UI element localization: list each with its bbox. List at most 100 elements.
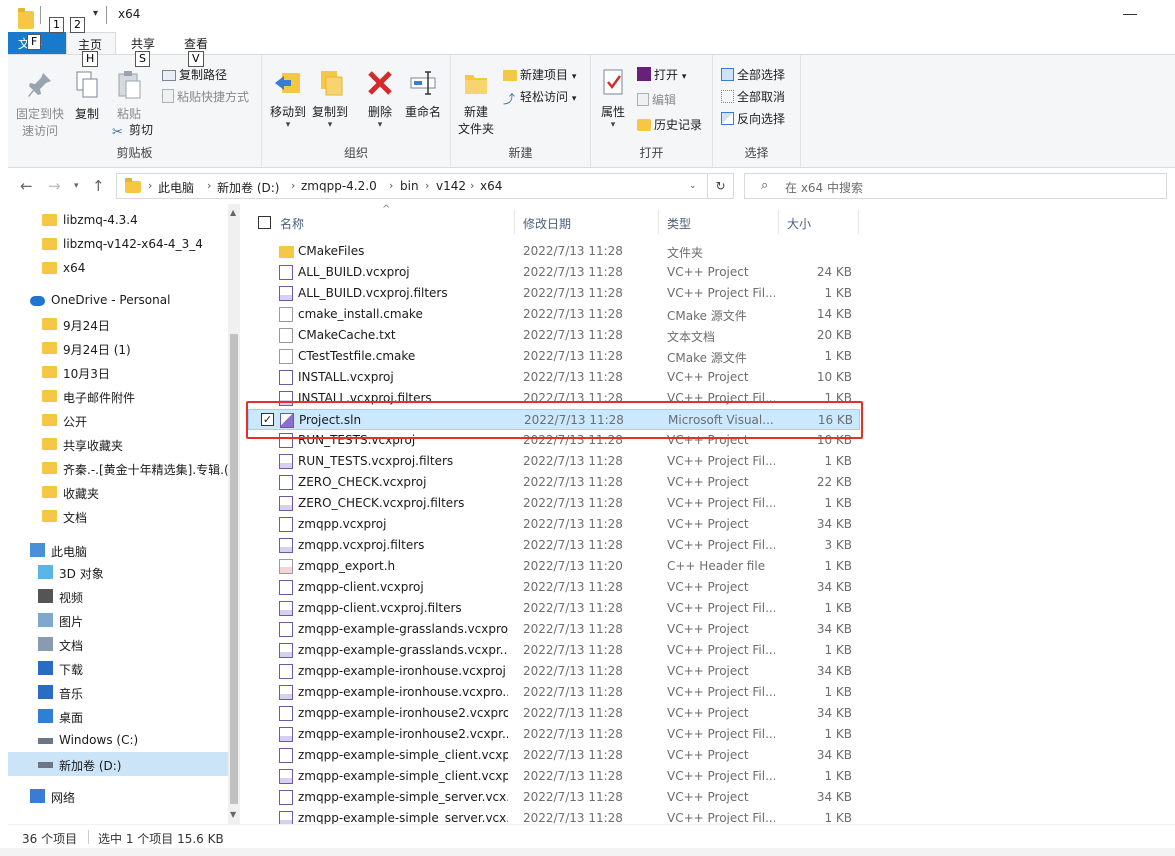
delete-button[interactable]: 删除 ▾ [362,67,398,130]
file-row[interactable]: zmqpp.vcxproj.filters 2022/7/13 11:28 VC++… [248,535,860,556]
column-name[interactable]: 名称 [280,215,304,232]
paste-shortcut-button[interactable]: 粘贴快捷方式 [162,88,249,105]
tab-share[interactable]: 共享 [131,35,155,52]
move-to-button[interactable]: 移动到 ▾ [268,67,308,130]
column-type[interactable]: 类型 [667,215,691,232]
breadcrumb-zmqpp[interactable]: zmqpp-4.2.0 [301,179,377,193]
search-box[interactable]: ⌕ 在 x64 中搜索 [744,173,1167,199]
nav-item[interactable]: libzmq-4.3.4 [8,208,228,232]
address-history-chevron-icon[interactable]: ⌄ [689,181,697,191]
edit-button[interactable]: 编辑 [637,91,676,108]
file-row[interactable]: zmqpp-client.vcxproj 2022/7/13 11:28 VC++ … [248,577,860,598]
file-row[interactable]: zmqpp_export.h 2022/7/13 11:20 C++ Header … [248,556,860,577]
breadcrumb-bin[interactable]: bin [400,179,419,193]
file-row[interactable]: zmqpp-example-grasslands.vcxproj 2022/7/1… [248,619,860,640]
file-row[interactable]: zmqpp-example-simple_server.vcx... 2022/7… [248,787,860,808]
search-input[interactable]: 在 x64 中搜索 [785,179,863,196]
copy-button[interactable]: 复制 [70,69,104,122]
easy-access-button[interactable]: ⤴ 轻松访问 ▾ [503,88,576,106]
file-row[interactable]: zmqpp-example-grasslands.vcxpr... 2022/7/… [248,640,860,661]
tab-view[interactable]: 查看 [184,35,208,52]
address-bar[interactable]: › 此电脑 › 新加卷 (D:) › zmqpp-4.2.0 › bin › v… [116,173,708,199]
breadcrumb-separator-icon[interactable]: › [470,179,474,192]
nav-scrollbar-thumb[interactable] [230,334,238,804]
open-button[interactable]: 打开 ▾ [637,66,686,83]
nav-item[interactable]: 图片 [8,608,228,632]
minimize-icon[interactable] [1123,8,1137,15]
select-all-button[interactable]: 全部选择 [721,66,785,83]
nav-item[interactable]: 10月3日 [8,360,228,384]
file-row[interactable]: zmqpp-example-ironhouse2.vcxproj 2022/7/1… [248,703,860,724]
nav-item[interactable]: 此电脑 [8,538,228,562]
file-row[interactable]: CTestTestfile.cmake 2022/7/13 11:28 CMake … [248,346,860,367]
invert-selection-button[interactable]: 反向选择 [721,110,785,127]
nav-item[interactable]: 公开 [8,408,228,432]
nav-item[interactable]: 网络 [8,784,228,808]
file-row[interactable]: INSTALL.vcxproj.filters 2022/7/13 11:28 VC… [248,388,860,409]
file-row[interactable]: zmqpp-client.vcxproj.filters 2022/7/13 11… [248,598,860,619]
nav-item[interactable]: x64 [8,256,228,280]
file-row[interactable]: CMakeFiles 2022/7/13 11:28 文件夹 [248,241,860,262]
column-divider[interactable] [658,210,659,234]
file-row[interactable]: RUN_TESTS.vcxproj.filters 2022/7/13 11:28… [248,451,860,472]
file-row[interactable]: zmqpp.vcxproj 2022/7/13 11:28 VC++ Project… [248,514,860,535]
history-button[interactable]: 历史记录 [637,116,702,133]
rename-button[interactable]: 重命名 [400,67,446,120]
file-row[interactable]: zmqpp-example-simple_client.vcxp... 2022/… [248,766,860,787]
file-row[interactable]: ALL_BUILD.vcxproj.filters 2022/7/13 11:28… [248,283,860,304]
nav-item[interactable]: 电子邮件附件 [8,384,228,408]
properties-button[interactable]: 属性 ▾ [595,67,631,130]
file-row[interactable]: zmqpp-example-simple_server.vcx... 2022/7… [248,808,860,824]
forward-arrow-icon[interactable]: → [48,177,61,195]
select-all-checkbox[interactable] [258,216,271,229]
file-row[interactable]: INSTALL.vcxproj 2022/7/13 11:28 VC++ Proje… [248,367,860,388]
scroll-down-icon[interactable]: ▼ [230,810,236,819]
scroll-up-icon[interactable]: ▲ [230,208,236,217]
breadcrumb-separator-icon[interactable]: › [207,179,211,192]
file-row[interactable]: ✓ Project.sln 2022/7/13 11:28 Microsoft Vis… [248,409,860,430]
nav-item[interactable]: Windows (C:) [8,728,228,752]
copy-path-button[interactable]: 复制路径 [162,66,227,83]
file-row[interactable]: zmqpp-example-ironhouse2.vcxpr... 2022/7/… [248,724,860,745]
breadcrumb-x64[interactable]: x64 [480,179,502,193]
nav-item[interactable]: 新加卷 (D:) [8,752,228,776]
nav-item[interactable]: 文档 [8,632,228,656]
nav-item[interactable]: 共享收藏夹 [8,432,228,456]
file-row[interactable]: ZERO_CHECK.vcxproj.filters 2022/7/13 11:2… [248,493,860,514]
nav-item[interactable]: 桌面 [8,704,228,728]
nav-item[interactable]: 齐秦.-.[黄金十年精选集].专辑.( [8,456,228,480]
refresh-icon[interactable]: ↻ [708,173,734,199]
nav-item[interactable]: OneDrive - Personal [8,288,228,312]
recent-chevron-icon[interactable]: ▾ [74,181,79,191]
column-date[interactable]: 修改日期 [523,215,571,232]
nav-item[interactable]: 9月24日 (1) [8,336,228,360]
nav-item[interactable]: 收藏夹 [8,480,228,504]
cut-button[interactable]: ✂ 剪切 [112,121,153,140]
file-row[interactable]: zmqpp-example-ironhouse.vcxproj 2022/7/13… [248,661,860,682]
file-row[interactable]: zmqpp-example-simple_client.vcxp... 2022/… [248,745,860,766]
copy-to-button[interactable]: 复制到 ▾ [310,67,350,130]
column-divider[interactable] [778,210,779,234]
file-row[interactable]: ZERO_CHECK.vcxproj 2022/7/13 11:28 VC++ Pr… [248,472,860,493]
breadcrumb-this-pc[interactable]: 此电脑 [158,179,194,196]
pin-quick-access-button[interactable]: 固定到快 速访问 [14,69,66,139]
paste-button[interactable]: 粘贴 [112,69,146,122]
breadcrumb-separator-icon[interactable]: › [389,179,393,192]
file-row[interactable]: cmake_install.cmake 2022/7/13 11:28 CMake … [248,304,860,325]
nav-item[interactable]: 下载 [8,656,228,680]
breadcrumb-v142[interactable]: v142 [436,179,466,193]
file-row[interactable]: zmqpp-example-ironhouse.vcxpro... 2022/7/… [248,682,860,703]
breadcrumb-separator-icon[interactable]: › [148,179,152,192]
up-arrow-icon[interactable]: ↑ [92,177,105,195]
nav-item[interactable]: 音乐 [8,680,228,704]
file-row[interactable]: RUN_TESTS.vcxproj 2022/7/13 11:28 VC++ Pro… [248,430,860,451]
nav-item[interactable]: 文档 [8,504,228,528]
select-none-button[interactable]: 全部取消 [721,88,785,105]
qa-customize-chevron-icon[interactable]: ▾ [93,8,98,26]
breadcrumb-separator-icon[interactable]: › [425,179,429,192]
column-divider[interactable] [858,210,859,234]
column-divider[interactable] [514,210,515,234]
nav-item[interactable]: libzmq-v142-x64-4_3_4 [8,232,228,256]
row-checkbox[interactable]: ✓ [261,413,274,426]
breadcrumb-drive-d[interactable]: 新加卷 (D:) [217,179,279,196]
